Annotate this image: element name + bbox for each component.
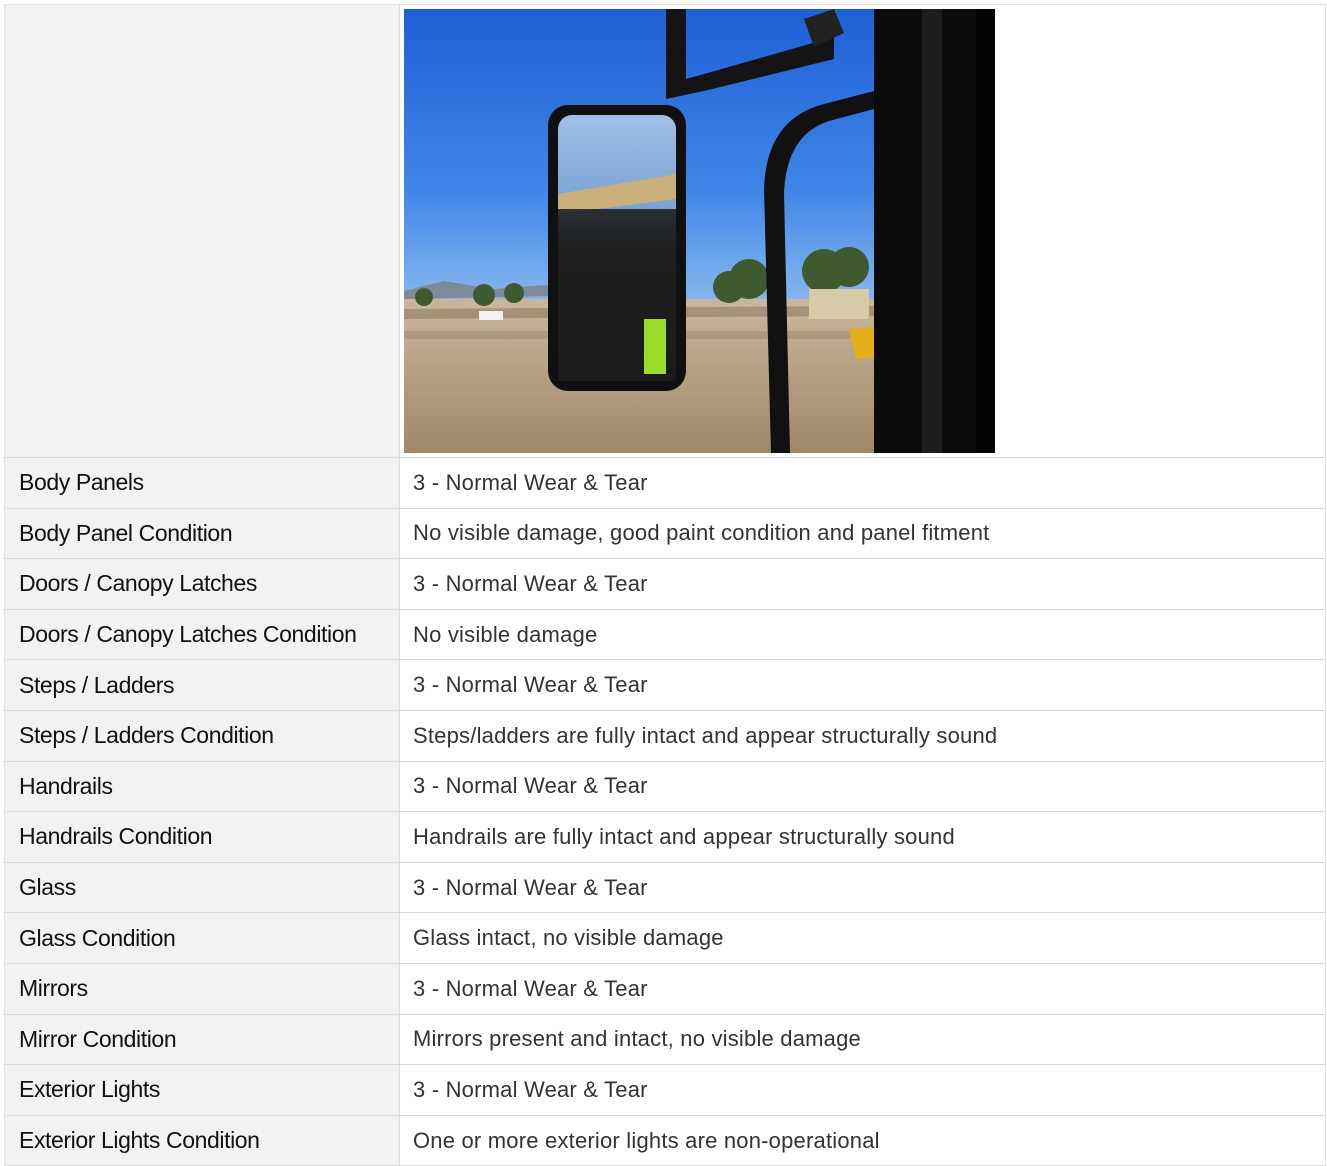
row-value: Mirrors present and intact, no visible d… — [400, 1014, 1326, 1065]
table-row: Exterior Lights 3 - Normal Wear & Tear — [4, 1065, 1326, 1116]
row-label: Exterior Lights Condition — [4, 1115, 400, 1166]
table-row: Exterior Lights Condition One or more ex… — [4, 1115, 1326, 1166]
row-value: 3 - Normal Wear & Tear — [400, 761, 1326, 812]
inspection-table: Body Panels 3 - Normal Wear & Tear Body … — [4, 4, 1326, 1166]
row-value: Glass intact, no visible damage — [400, 913, 1326, 963]
row-value: No visible damage, good paint condition … — [400, 508, 1326, 559]
row-value: 3 - Normal Wear & Tear — [400, 1065, 1326, 1115]
table-row: Doors / Canopy Latches Condition No visi… — [4, 609, 1326, 661]
row-label: Mirrors — [4, 963, 400, 1014]
table-row: Steps / Ladders Condition Steps/ladders … — [4, 710, 1326, 762]
row-label: Handrails Condition — [4, 812, 400, 862]
row-label: Glass — [4, 862, 400, 913]
table-row: Doors / Canopy Latches 3 - Normal Wear &… — [4, 559, 1326, 610]
row-label: Body Panels — [4, 458, 400, 508]
table-row: Glass 3 - Normal Wear & Tear — [4, 862, 1326, 914]
table-row: Steps / Ladders 3 - Normal Wear & Tear — [4, 660, 1326, 711]
table-row: Body Panels 3 - Normal Wear & Tear — [4, 458, 1326, 509]
row-label: Steps / Ladders Condition — [4, 710, 400, 761]
row-value: 3 - Normal Wear & Tear — [400, 559, 1326, 609]
row-value: 3 - Normal Wear & Tear — [400, 862, 1326, 913]
row-label: Exterior Lights — [4, 1065, 400, 1115]
row-label: Handrails — [4, 761, 400, 812]
row-label: Steps / Ladders — [4, 660, 400, 710]
row-label: Body Panel Condition — [4, 508, 400, 559]
photo-cell — [400, 4, 1326, 457]
table-row: Mirror Condition Mirrors present and int… — [4, 1014, 1326, 1066]
row-value: Steps/ladders are fully intact and appea… — [400, 710, 1326, 761]
row-label: Doors / Canopy Latches — [4, 559, 400, 609]
table-row: Handrails 3 - Normal Wear & Tear — [4, 761, 1326, 813]
row-label: Mirror Condition — [4, 1014, 400, 1065]
table-row: Mirrors 3 - Normal Wear & Tear — [4, 963, 1326, 1015]
mirror-photo[interactable] — [404, 9, 995, 453]
row-value: 3 - Normal Wear & Tear — [400, 963, 1326, 1014]
row-value: Handrails are fully intact and appear st… — [400, 812, 1326, 862]
row-label: Glass Condition — [4, 913, 400, 963]
table-row: Glass Condition Glass intact, no visible… — [4, 913, 1326, 964]
table-row: Body Panel Condition No visible damage, … — [4, 508, 1326, 560]
row-value: 3 - Normal Wear & Tear — [400, 660, 1326, 710]
table-row: Handrails Condition Handrails are fully … — [4, 812, 1326, 863]
row-value: No visible damage — [400, 609, 1326, 660]
photo-label-cell — [4, 4, 400, 457]
row-value: 3 - Normal Wear & Tear — [400, 458, 1326, 508]
photo-row — [4, 4, 1326, 458]
row-value: One or more exterior lights are non-oper… — [400, 1115, 1326, 1166]
row-label: Doors / Canopy Latches Condition — [4, 609, 400, 660]
